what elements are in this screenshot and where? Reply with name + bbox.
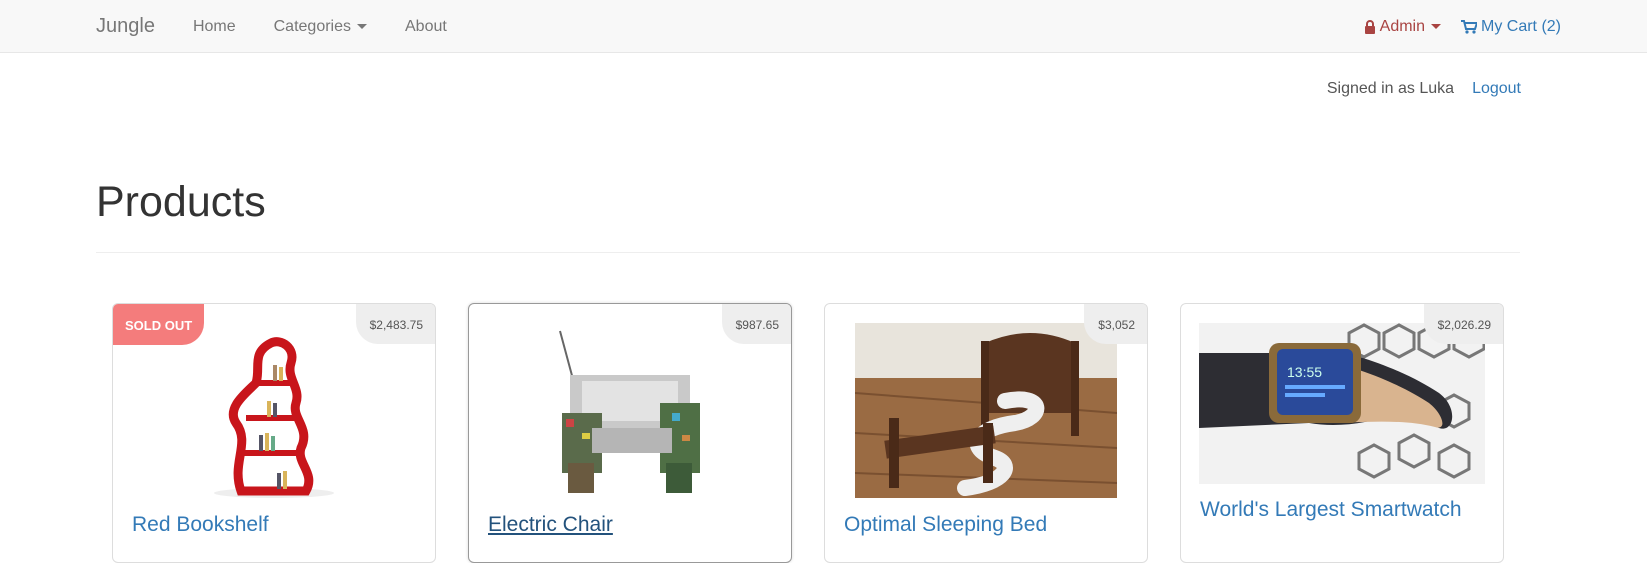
session-info: Signed in as Luka Logout xyxy=(1327,80,1521,98)
nav-home-link[interactable]: Home xyxy=(193,18,236,36)
product-price: $987.65 xyxy=(721,304,791,344)
product-card[interactable]: $987.65 Electric Chair xyxy=(468,303,792,563)
page-title: Products xyxy=(96,178,266,226)
signed-in-text: Signed in as Luka xyxy=(1326,80,1455,97)
nav-categories-dropdown[interactable]: Categories xyxy=(274,18,367,36)
navbar-inner: Jungle Home Categories About Admin My Ca… xyxy=(96,0,1561,53)
product-name-link[interactable]: Red Bookshelf xyxy=(132,513,269,537)
brand-link[interactable]: Jungle xyxy=(96,15,155,38)
product-name-link[interactable]: Optimal Sleeping Bed xyxy=(844,513,1047,537)
caret-down-icon xyxy=(1431,24,1441,29)
nav-home-label: Home xyxy=(192,17,236,35)
svg-text:13:55: 13:55 xyxy=(1287,364,1322,380)
lock-icon xyxy=(1364,19,1376,34)
product-image[interactable] xyxy=(201,323,347,498)
nav-categories-label: Categories xyxy=(273,17,351,35)
nav-about-link[interactable]: About xyxy=(405,18,447,36)
product-card[interactable]: $3,052 Optimal Sleeping Bed xyxy=(824,303,1148,563)
product-price: $2,026.29 xyxy=(1423,304,1503,344)
product-card[interactable]: SOLD OUT $2,483.75 Red Bookshelf xyxy=(112,303,436,563)
product-grid: SOLD OUT $2,483.75 Red Bookshelf $987.65… xyxy=(112,303,1504,563)
cart-link[interactable]: My Cart (2) xyxy=(1461,18,1561,36)
admin-label: Admin xyxy=(1379,17,1425,35)
product-image[interactable] xyxy=(855,323,1117,498)
sold-out-badge: SOLD OUT xyxy=(113,304,205,345)
product-price: $2,483.75 xyxy=(355,304,435,344)
product-name-link[interactable]: World's Largest Smartwatch xyxy=(1200,498,1462,522)
caret-down-icon xyxy=(357,24,367,29)
nav-about-label: About xyxy=(405,17,447,35)
product-image[interactable] xyxy=(542,323,718,498)
product-price: $3,052 xyxy=(1084,304,1147,344)
navbar: Jungle Home Categories About Admin My Ca… xyxy=(0,0,1647,53)
navbar-right: Admin My Cart (2) xyxy=(1364,18,1561,36)
shopping-cart-icon xyxy=(1461,19,1477,34)
title-divider xyxy=(96,252,1520,253)
product-card[interactable]: 13:55 $2,026.29 World's Largest Smartwat… xyxy=(1180,303,1504,563)
product-image[interactable]: 13:55 xyxy=(1199,323,1485,484)
logout-link[interactable]: Logout xyxy=(1472,80,1521,98)
admin-dropdown[interactable]: Admin xyxy=(1364,18,1441,36)
product-name-link[interactable]: Electric Chair xyxy=(488,513,613,537)
cart-label: My Cart (2) xyxy=(1481,17,1561,35)
